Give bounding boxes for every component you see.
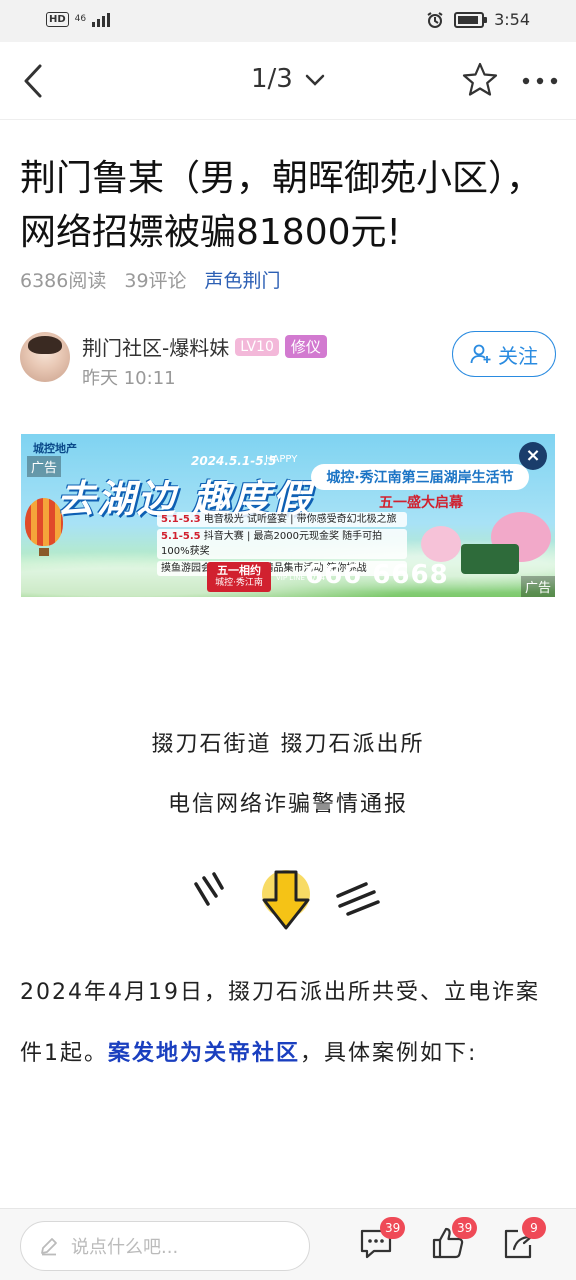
comment-count-badge: 39 — [380, 1217, 406, 1239]
title-badge: 修仪 — [284, 335, 327, 358]
notice-heading-1: 掇刀石街道 掇刀石派出所 — [151, 732, 425, 757]
notice-heading-2: 电信网络诈骗警情通报 — [167, 792, 408, 817]
follow-label: 关注 — [498, 343, 538, 368]
ad-banner[interactable]: 城控地产 广告 2024.5.1-5.5 HAPPY 去湖边 趣度假 城控·秀江… — [21, 434, 555, 597]
ad-label: 广告 — [27, 456, 62, 477]
read-count: 6386阅读 — [20, 270, 107, 292]
network-indicators: HD 46 — [46, 11, 111, 27]
add-user-icon — [470, 344, 491, 364]
ad-detail-date: 5.1-5.3 — [161, 514, 201, 525]
more-options-icon[interactable] — [520, 66, 560, 96]
vehicle-image — [461, 544, 519, 574]
highlighted-location: 案发地为关帝社区 — [108, 1041, 301, 1066]
author-info: 荆门社区-爆料妹 LV10 修仪 — [82, 332, 327, 361]
pink-tree-image — [421, 526, 461, 562]
ad-label-bottom: 广告 — [520, 576, 555, 597]
signal-icon — [92, 11, 111, 27]
pencil-icon — [41, 1238, 57, 1256]
ad-phone: 666 6668 — [305, 560, 449, 590]
balloon-basket-image — [39, 548, 49, 556]
share-button[interactable]: 9 — [500, 1217, 546, 1265]
ad-detail-text: 电音极光 试听盛宴 | 带你感受奇幻北极之旅 — [203, 514, 397, 525]
follow-button[interactable]: 关注 — [452, 331, 556, 377]
ad-detail-date: 5.1-5.5 — [161, 531, 201, 542]
ad-detail-row: 5.1-5.3 电音极光 试听盛宴 | 带你感受奇幻北极之旅 — [157, 512, 407, 527]
share-count-badge: 9 — [522, 1217, 546, 1239]
favorite-star-icon[interactable] — [460, 60, 500, 100]
ad-meet-sub: 城控·秀江南 — [215, 578, 263, 588]
level-badge: LV10 — [235, 337, 279, 356]
author-name[interactable]: 荆门社区-爆料妹 — [82, 332, 229, 361]
page-counter: 1/3 — [250, 64, 293, 94]
ad-detail-row: 5.1-5.5 抖音大赛 | 最高2000元现金奖 随手可拍 100%获奖 — [157, 529, 407, 559]
like-count-badge: 39 — [452, 1217, 478, 1239]
comment-count: 39评论 — [124, 270, 187, 292]
network-gen-label: 46 — [74, 13, 87, 24]
post-time: 昨天 10:11 — [82, 368, 176, 389]
down-arrow-decoration-icon — [194, 870, 380, 930]
article-meta: 6386阅读 39评论 声色荆门 — [20, 266, 281, 293]
ad-meet-badge: 五一相约 城控·秀江南 — [207, 562, 271, 592]
top-nav: 1/3 — [0, 42, 576, 120]
status-bar: HD 46 3:54 — [0, 0, 576, 42]
ad-festival: 城控·秀江南第三届湖岸生活节 — [311, 464, 529, 490]
like-button[interactable]: 39 — [430, 1217, 478, 1265]
article-paragraph: 2024年4月19日，掇刀石派出所共受、立电诈案件1起。案发地为关帝社区，具体案… — [20, 962, 560, 1084]
comment-input[interactable]: 说点什么吧... — [20, 1221, 310, 1271]
status-right: 3:54 — [426, 10, 530, 29]
close-ad-button[interactable]: × — [519, 442, 547, 470]
alarm-icon — [427, 11, 443, 28]
comment-placeholder: 说点什么吧... — [71, 1237, 179, 1258]
hd-icon: HD — [46, 11, 69, 27]
status-time: 3:54 — [494, 10, 530, 29]
bottom-action-bar: 说点什么吧... 39 39 9 — [0, 1208, 576, 1280]
ad-date: 2024.5.1-5.5 — [191, 454, 277, 468]
paragraph-text: ，具体案例如下: — [300, 1041, 478, 1066]
article-title: 荆门鲁某（男，朝晖御苑小区），网络招嫖被骗81800元! — [20, 158, 543, 253]
ad-happy: HAPPY — [265, 454, 298, 465]
ad-opening: 五一盛大启幕 — [379, 495, 463, 511]
topic-tag[interactable]: 声色荆门 — [205, 266, 281, 293]
ad-meet-title: 五一相约 — [217, 564, 261, 577]
author-avatar[interactable] — [20, 332, 70, 382]
ad-brand: 城控地产 — [33, 442, 77, 455]
chevron-down-icon — [305, 74, 325, 86]
battery-icon — [454, 11, 488, 28]
comments-button[interactable]: 39 — [358, 1217, 406, 1265]
